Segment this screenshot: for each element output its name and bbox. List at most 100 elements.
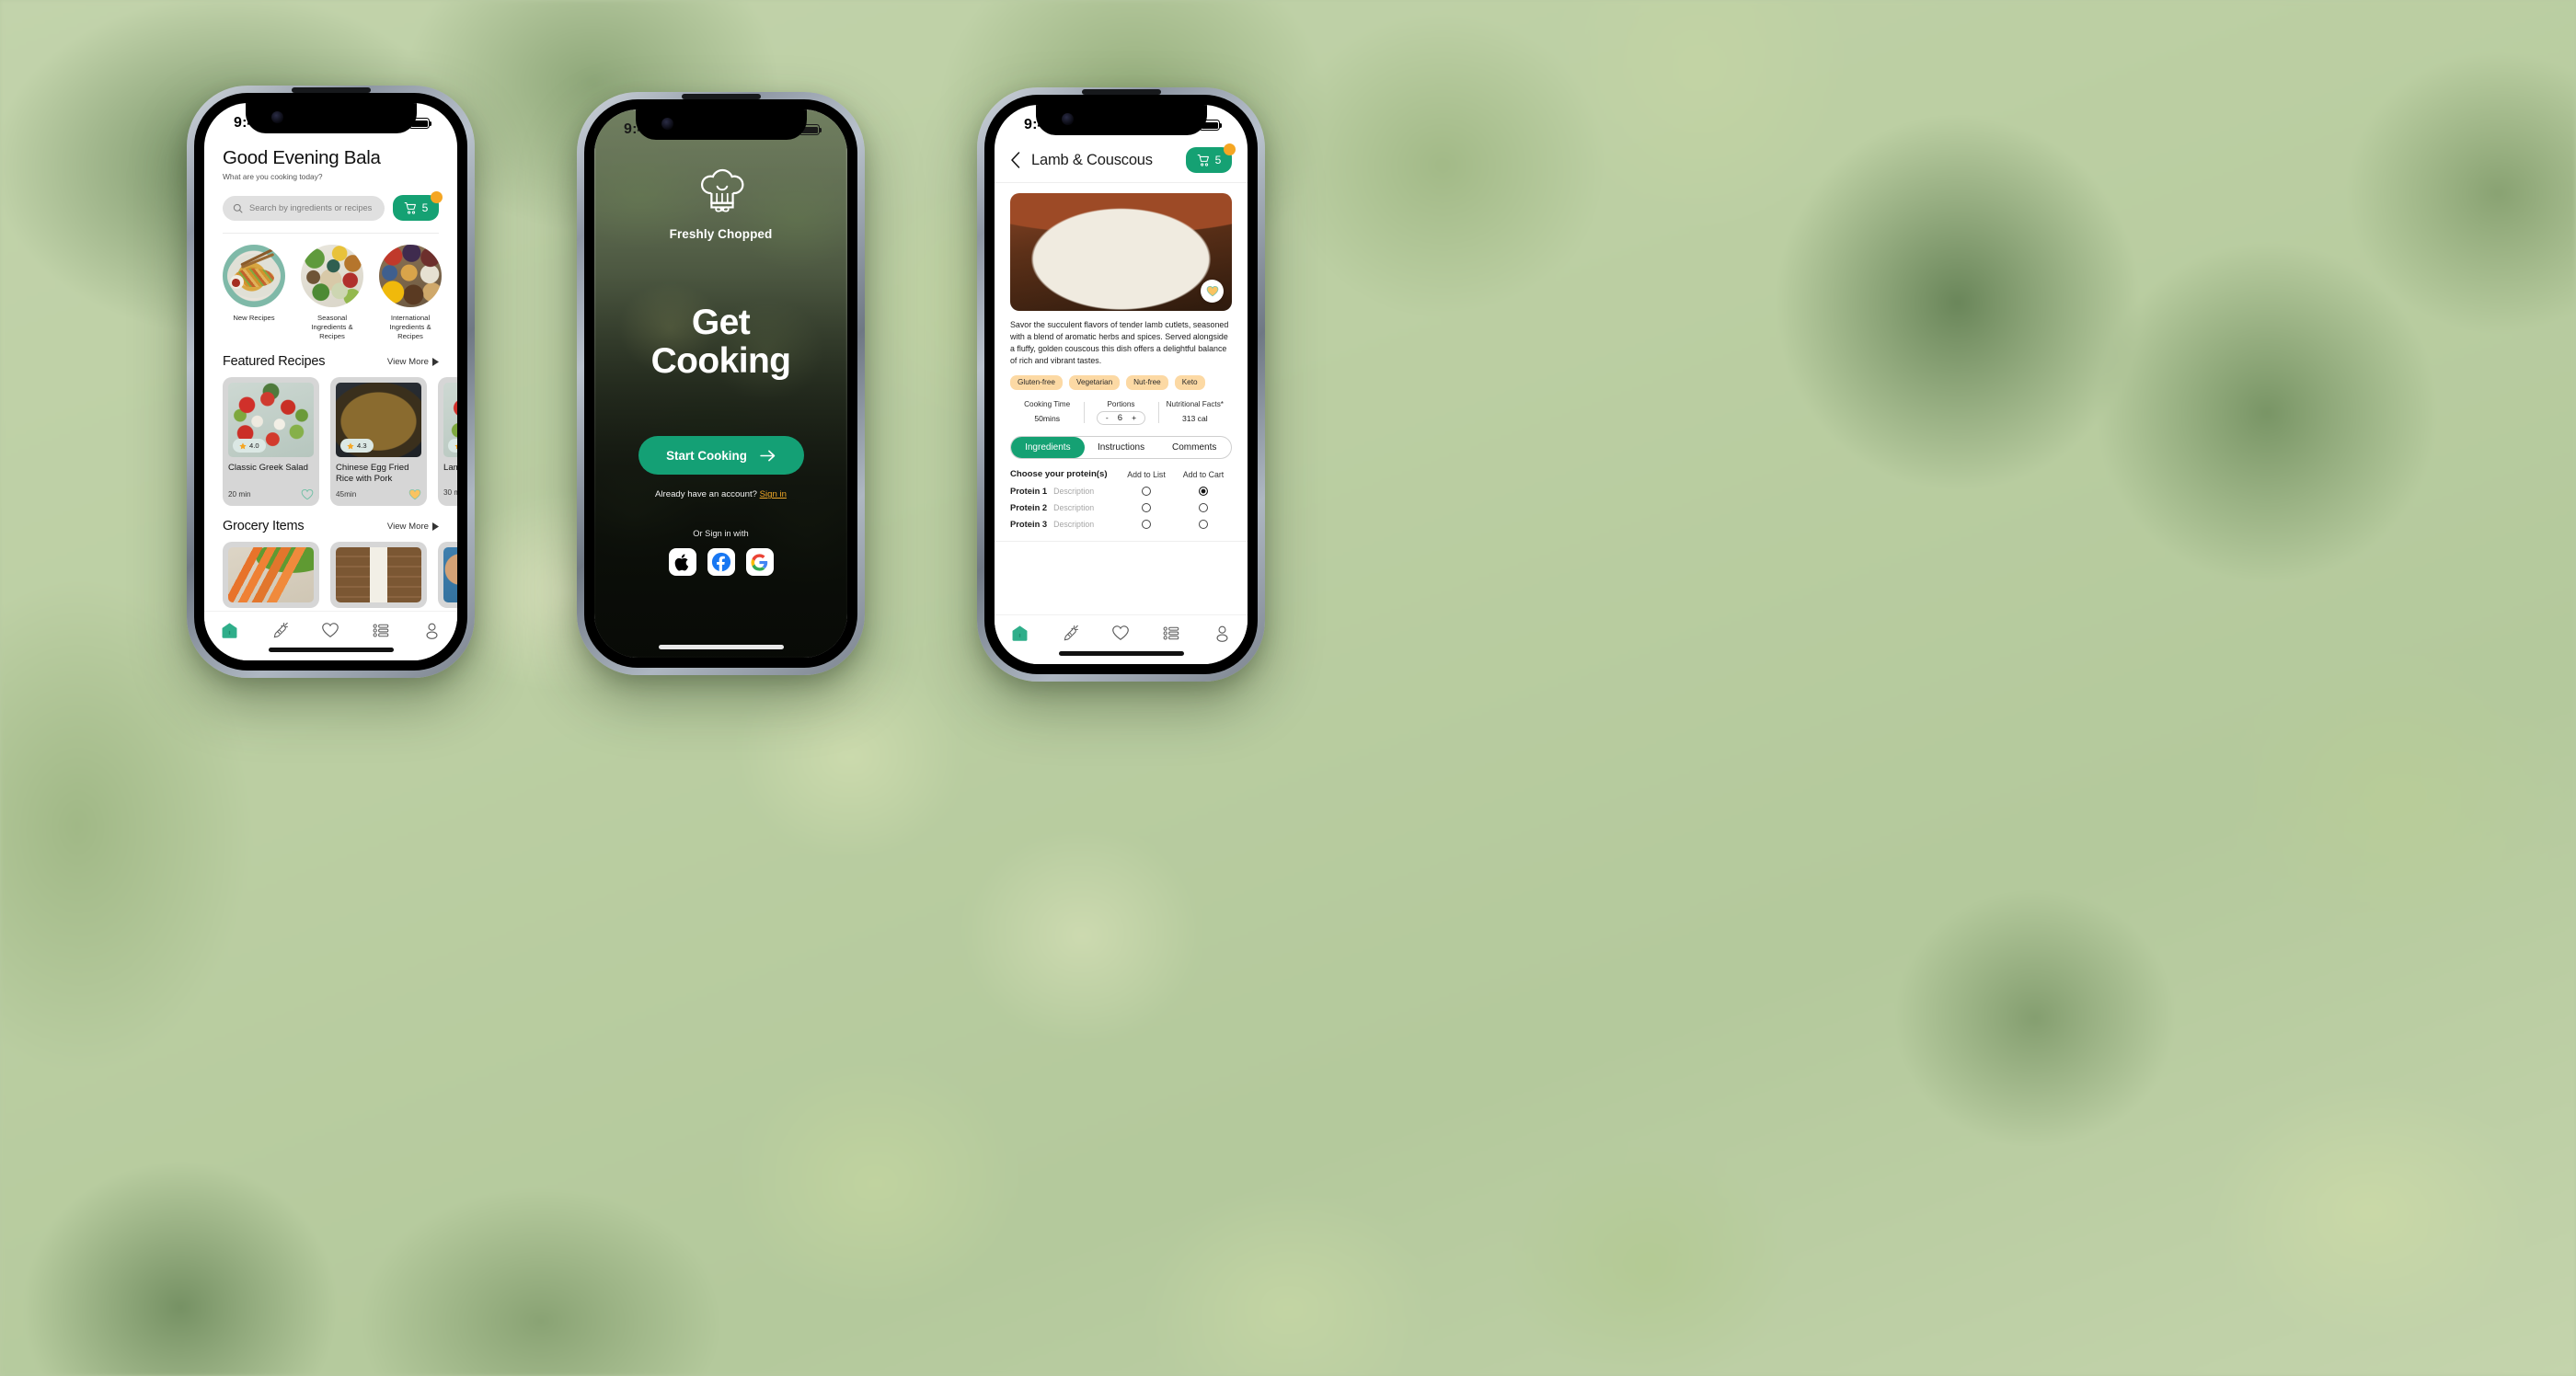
star-icon bbox=[239, 441, 247, 449]
search-placeholder: Search by ingredients or recipes bbox=[249, 203, 373, 212]
tab-instructions[interactable]: Instructions bbox=[1085, 442, 1158, 453]
recipe-card[interactable]: 4.3 Chinese Egg Fried Rice with Pork 45m… bbox=[330, 377, 427, 506]
protein-table-header: Choose your protein(s) Add to List Add t… bbox=[995, 459, 1248, 479]
table-row[interactable]: Protein 3 Description bbox=[995, 512, 1248, 529]
shopping-cart-icon bbox=[1197, 154, 1209, 166]
table-row[interactable]: Protein 1 Description bbox=[995, 479, 1248, 496]
tab-ingredients[interactable] bbox=[1062, 625, 1079, 647]
home-icon bbox=[222, 622, 237, 638]
cart-button[interactable]: 5 bbox=[1186, 143, 1236, 173]
view-more-button[interactable]: View More bbox=[387, 357, 439, 367]
search-input[interactable]: Search by ingredients or recipes bbox=[223, 195, 385, 221]
tag-vegetarian: Vegetarian bbox=[1068, 374, 1121, 390]
heart-icon bbox=[1112, 625, 1130, 640]
category-image bbox=[379, 245, 442, 307]
sign-in-link[interactable]: Sign in bbox=[760, 489, 787, 499]
social-login-row[interactable] bbox=[668, 548, 774, 577]
view-more-button[interactable]: View More bbox=[387, 522, 439, 532]
account-prompt-text: Already have an account? bbox=[655, 489, 757, 500]
home-icon bbox=[1012, 625, 1028, 641]
cooking-time-label: Cooking Time bbox=[1024, 399, 1071, 408]
facebook-icon bbox=[711, 553, 730, 572]
phone-onboarding-screen: 9:41 bbox=[577, 92, 865, 675]
add-to-cart-radio[interactable] bbox=[1175, 502, 1232, 512]
protein-description: Description bbox=[1053, 486, 1095, 496]
featured-recipe-list[interactable]: 4.0 Classic Greek Salad 20 min 4.3 Chine… bbox=[204, 369, 457, 506]
add-to-list-radio[interactable] bbox=[1118, 519, 1175, 529]
add-to-list-radio[interactable] bbox=[1118, 502, 1175, 512]
page-subtitle: What are you cooking today? bbox=[223, 172, 323, 181]
category-list[interactable]: New Recipes Seasonal Ingredients & Recip… bbox=[204, 234, 457, 341]
list-icon bbox=[373, 624, 389, 636]
portions-stepper[interactable]: - 6 + bbox=[1096, 410, 1146, 425]
google-signin-button[interactable] bbox=[745, 548, 774, 577]
hero-line-1: Get bbox=[691, 303, 751, 342]
start-cooking-button[interactable]: Start Cooking bbox=[638, 436, 804, 476]
table-row[interactable]: Protein 2 Description bbox=[995, 496, 1248, 512]
hero-headline: Get Cooking bbox=[650, 303, 791, 382]
tab-ingredients[interactable]: Ingredients bbox=[1011, 437, 1085, 459]
section-title: Featured Recipes bbox=[223, 354, 326, 369]
nutrition-value: 313 cal bbox=[1181, 413, 1208, 423]
grocery-image bbox=[228, 547, 314, 602]
heart-icon[interactable] bbox=[301, 488, 314, 500]
notch bbox=[635, 109, 807, 140]
search-icon bbox=[233, 203, 243, 212]
category-image bbox=[301, 245, 363, 307]
recipe-card[interactable]: 4.0 Classic Greek Salad 20 min bbox=[223, 377, 319, 506]
front-camera-icon bbox=[1061, 113, 1074, 125]
apple-signin-button[interactable] bbox=[668, 548, 696, 577]
recipe-time: 20 min bbox=[228, 490, 251, 499]
nutrition-label: Nutritional Facts* bbox=[1166, 399, 1224, 408]
tab-favorites[interactable] bbox=[1111, 625, 1130, 646]
recipe-card[interactable]: 4.1 Lamb & Couscous 30 min bbox=[438, 377, 457, 506]
heart-filled-icon bbox=[1206, 286, 1218, 297]
detail-tab-group[interactable]: Ingredients Instructions Comments bbox=[1010, 436, 1232, 460]
rating-badge: 4.3 bbox=[340, 439, 374, 453]
carrot-icon bbox=[273, 622, 288, 637]
cart-count: 5 bbox=[1214, 154, 1222, 166]
add-to-list-radio[interactable] bbox=[1118, 486, 1175, 496]
star-icon bbox=[454, 443, 457, 449]
tab-lists[interactable] bbox=[1163, 625, 1180, 646]
star-icon bbox=[347, 441, 354, 449]
grocery-card[interactable] bbox=[330, 542, 427, 608]
sign-in-prompt[interactable]: Already have an account? Sign in bbox=[655, 489, 787, 499]
add-to-cart-radio[interactable] bbox=[1175, 519, 1232, 529]
section-title: Grocery Items bbox=[223, 519, 305, 533]
tab-ingredients[interactable] bbox=[271, 622, 289, 642]
portions-increment-button[interactable]: + bbox=[1132, 413, 1136, 422]
grocery-card[interactable] bbox=[438, 542, 457, 608]
category-item[interactable]: International Ingredients & Recipes bbox=[379, 245, 442, 341]
hero-line-2: Cooking bbox=[650, 341, 791, 382]
bottom-tab-bar[interactable] bbox=[995, 614, 1248, 664]
chevron-left-icon[interactable] bbox=[1010, 152, 1020, 168]
tab-profile[interactable] bbox=[1213, 625, 1231, 647]
grocery-item-list[interactable] bbox=[204, 533, 457, 608]
category-item[interactable]: Seasonal Ingredients & Recipes bbox=[301, 245, 363, 341]
facebook-signin-button[interactable] bbox=[707, 548, 735, 577]
phone-recipe-detail-screen: 9:41 Lamb & Couscous 5 bbox=[977, 87, 1265, 682]
tab-home[interactable] bbox=[221, 622, 238, 642]
cart-button[interactable]: 5 bbox=[393, 191, 443, 221]
heart-icon bbox=[322, 623, 339, 637]
heart-filled-icon[interactable] bbox=[408, 488, 421, 500]
recipe-image: 4.0 bbox=[228, 383, 314, 457]
tab-home[interactable] bbox=[1011, 625, 1029, 647]
rating-badge: 4.0 bbox=[233, 439, 266, 453]
favorite-button[interactable] bbox=[1201, 280, 1224, 303]
portions-label: Portions bbox=[1107, 399, 1135, 408]
category-item[interactable]: New Recipes bbox=[223, 245, 285, 341]
tab-comments[interactable]: Comments bbox=[1157, 442, 1231, 453]
portions-decrement-button[interactable]: - bbox=[1106, 413, 1109, 422]
tab-favorites[interactable] bbox=[321, 622, 339, 641]
add-to-cart-radio[interactable] bbox=[1175, 486, 1232, 496]
bottom-tab-bar[interactable] bbox=[204, 611, 457, 660]
tab-lists[interactable] bbox=[373, 623, 390, 641]
grocery-card[interactable] bbox=[223, 542, 319, 608]
tab-profile[interactable] bbox=[423, 622, 441, 642]
recipe-description: Savor the succulent flavors of tender la… bbox=[1010, 320, 1229, 365]
arrow-right-icon bbox=[760, 450, 776, 462]
front-camera-icon bbox=[270, 111, 283, 123]
social-divider-label: Or Sign in with bbox=[693, 529, 749, 539]
